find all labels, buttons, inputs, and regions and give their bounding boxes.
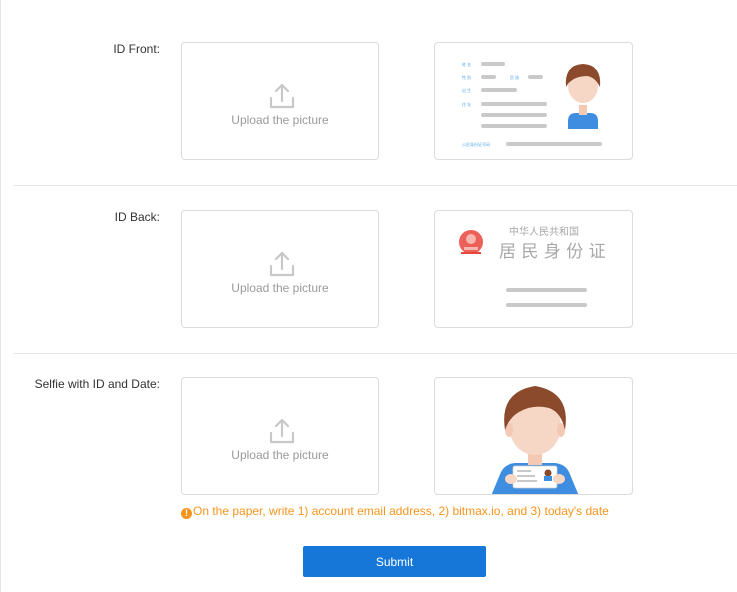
selfie-illustration — [491, 386, 579, 494]
id-back-label: ID Back: — [114, 210, 160, 224]
instruction-text: On the paper, write 1) account email add… — [193, 504, 609, 518]
field-label: 住 址 — [462, 101, 471, 107]
id-number-label: 公民身份证号码 — [462, 141, 490, 147]
upload-text: Upload the picture — [231, 113, 329, 127]
portrait-avatar — [565, 64, 601, 129]
field-label: 民 族 — [510, 74, 519, 80]
left-border — [0, 0, 1, 592]
upload-text: Upload the picture — [231, 281, 329, 295]
field-label: 出 生 — [462, 87, 471, 93]
upload-icon — [269, 83, 295, 109]
submit-button[interactable]: Submit — [303, 546, 486, 577]
id-back-sample: 中华人民共和国 居 民 身 份 证 — [434, 210, 633, 328]
selfie-sample — [434, 377, 633, 495]
upload-text: Upload the picture — [231, 448, 329, 462]
card-title: 居 民 身 份 证 — [499, 242, 606, 262]
selfie-instruction: ! On the paper, write 1) account email ad… — [181, 504, 609, 519]
upload-icon — [269, 418, 295, 444]
field-label: 性 别 — [462, 74, 471, 80]
selfie-upload[interactable]: Upload the picture — [181, 377, 379, 495]
id-front-sample: 姓 名 性 别 民 族 出 生 住 址 公民身份证号码 — [434, 42, 633, 160]
id-front-illustration: 姓 名 性 别 民 族 出 生 住 址 公民身份证号码 — [462, 61, 602, 147]
held-id-card — [512, 465, 558, 489]
section-divider — [14, 353, 737, 354]
id-back-illustration: 中华人民共和国 居 民 身 份 证 — [459, 225, 606, 307]
upload-icon — [269, 251, 295, 277]
national-emblem-icon — [459, 230, 483, 254]
id-front-upload[interactable]: Upload the picture — [181, 42, 379, 160]
country-name: 中华人民共和国 — [509, 225, 579, 238]
warning-icon: ! — [181, 508, 192, 519]
selfie-label: Selfie with ID and Date: — [34, 377, 160, 391]
section-divider — [14, 185, 737, 186]
field-label: 姓 名 — [462, 61, 471, 67]
id-front-label: ID Front: — [113, 42, 160, 56]
id-back-upload[interactable]: Upload the picture — [181, 210, 379, 328]
